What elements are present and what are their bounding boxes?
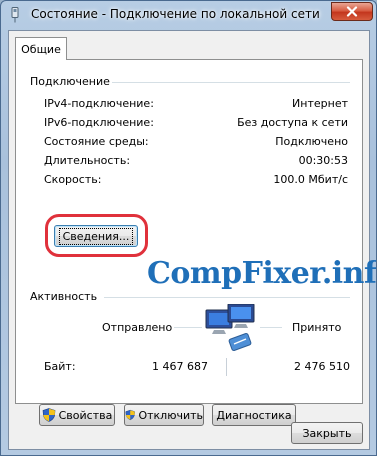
- bytes-sent-value: 1 467 687: [152, 360, 208, 373]
- close-button-label: Закрыть: [302, 426, 352, 440]
- activity-divider: [226, 358, 227, 376]
- bytes-received-value: 2 476 510: [294, 360, 350, 373]
- connection-icon: [11, 7, 19, 23]
- media-state-value: Подключено: [275, 135, 348, 148]
- close-button[interactable]: Закрыть: [291, 422, 363, 444]
- connection-group-title: Подключение: [30, 75, 110, 88]
- received-line: [260, 327, 282, 328]
- properties-button[interactable]: Свойства: [39, 404, 115, 426]
- disable-button[interactable]: Отключить: [124, 404, 204, 426]
- tab-general[interactable]: Общие: [15, 37, 67, 60]
- duration-value: 00:30:53: [298, 154, 348, 167]
- properties-button-label: Свойства: [58, 408, 113, 422]
- row-speed: Скорость: 100.0 Мбит/с: [44, 173, 348, 189]
- speed-value: 100.0 Мбит/с: [273, 173, 348, 186]
- disable-button-label: Отключить: [138, 408, 203, 422]
- connection-group-divider: [112, 82, 350, 83]
- network-activity-icon: [205, 304, 255, 351]
- speed-label: Скорость:: [44, 173, 102, 186]
- sent-label: Отправлено: [102, 321, 173, 334]
- row-duration: Длительность: 00:30:53: [44, 154, 348, 170]
- ipv4-label: IPv4-подключение:: [44, 97, 154, 110]
- window-title: Состояние - Подключение по локальной сет…: [31, 7, 320, 21]
- details-button[interactable]: Сведения...: [54, 225, 138, 247]
- bytes-label: Байт:: [44, 360, 76, 373]
- ipv6-label: IPv6-подключение:: [44, 116, 154, 129]
- uac-shield-icon: [125, 409, 135, 421]
- window-close-button[interactable]: [331, 2, 373, 21]
- row-media-state: Состояние среды: Подключено: [44, 135, 348, 151]
- diagnose-button-label: Диагностика: [216, 408, 292, 422]
- status-dialog: Состояние - Подключение по локальной сет…: [0, 0, 377, 456]
- received-label: Принято: [292, 321, 342, 334]
- watermark: CompFixer.info: [147, 256, 377, 291]
- dialog-body: Общие Подключение IPv4-подключение: Инте…: [8, 30, 376, 450]
- row-ipv4: IPv4-подключение: Интернет: [44, 97, 348, 113]
- details-button-label: Сведения...: [58, 227, 134, 245]
- ipv6-value: Без доступа к сети: [237, 116, 348, 129]
- diagnose-button[interactable]: Диагностика: [212, 404, 296, 426]
- uac-shield-icon: [42, 408, 55, 422]
- activity-group-title: Активность: [30, 290, 98, 303]
- tab-general-label: Общие: [21, 42, 61, 56]
- close-icon: [346, 6, 358, 17]
- activity-group-divider: [104, 297, 350, 298]
- ipv4-value: Интернет: [292, 97, 348, 110]
- row-ipv6: IPv6-подключение: Без доступа к сети: [44, 116, 348, 132]
- title-bar[interactable]: Состояние - Подключение по локальной сет…: [1, 1, 376, 29]
- duration-label: Длительность:: [44, 154, 131, 167]
- media-state-label: Состояние среды:: [44, 135, 149, 148]
- sent-line: [174, 327, 202, 328]
- tab-panel-general: Подключение IPv4-подключение: Интернет I…: [15, 59, 376, 426]
